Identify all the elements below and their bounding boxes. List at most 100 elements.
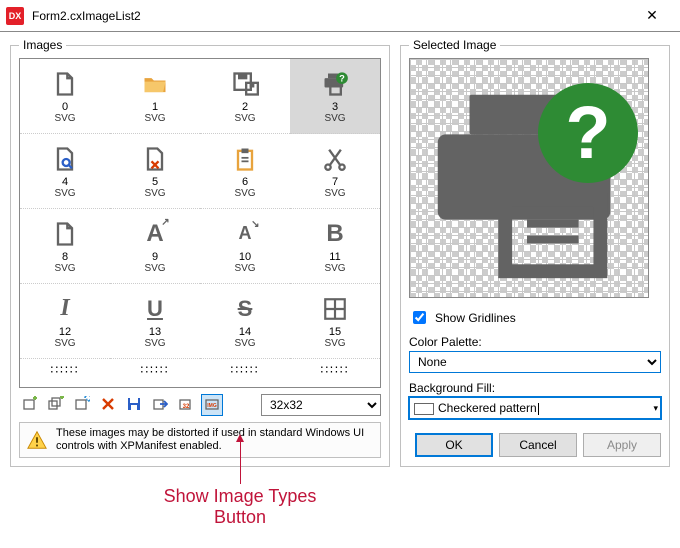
image-cell[interactable]: 8 SVG bbox=[20, 209, 110, 284]
image-cell[interactable]: A↗ 9 SVG bbox=[110, 209, 200, 284]
images-group: Images 0 SVG 1 SVG 2 SVG? 3 SVG 4 SVG 5 … bbox=[10, 38, 390, 467]
bold-icon: B bbox=[320, 219, 350, 249]
image-cell[interactable]: I 12 SVG bbox=[20, 284, 110, 359]
image-index: 1 bbox=[152, 101, 158, 113]
underline-icon: U bbox=[140, 294, 170, 324]
replace-image-button[interactable] bbox=[71, 394, 93, 416]
image-index: 8 bbox=[62, 251, 68, 263]
show-gridlines-label: Show Gridlines bbox=[435, 311, 516, 325]
image-index: 0 bbox=[62, 101, 68, 113]
show-image-types-icon: IMG bbox=[204, 396, 220, 415]
selected-image-group: Selected Image ? Show Gridlines Color Pa… bbox=[400, 38, 670, 467]
image-index: 2 bbox=[242, 101, 248, 113]
ok-button[interactable]: OK bbox=[415, 433, 493, 457]
show-image-types-button[interactable]: IMG bbox=[201, 394, 223, 416]
color-palette-combo[interactable]: None bbox=[409, 351, 661, 373]
borders-icon bbox=[320, 294, 350, 324]
selected-image-group-label: Selected Image bbox=[409, 38, 500, 52]
cancel-button[interactable]: Cancel bbox=[499, 433, 577, 457]
delete-image-button[interactable] bbox=[97, 394, 119, 416]
background-fill-combo[interactable]: Checkered pattern ▾ bbox=[409, 397, 661, 419]
show-gridlines-row[interactable]: Show Gridlines bbox=[409, 308, 661, 327]
image-size-icon: 32 bbox=[178, 396, 194, 415]
image-index: 10 bbox=[239, 251, 251, 263]
warning-bar: These images may be distorted if used in… bbox=[19, 422, 381, 458]
color-palette-label: Color Palette: bbox=[409, 335, 661, 349]
window-title: Form2.cxImageList2 bbox=[32, 9, 632, 23]
image-type: SVG bbox=[234, 263, 255, 274]
save-image-button[interactable] bbox=[123, 394, 145, 416]
apply-button: Apply bbox=[583, 433, 661, 457]
size-combo[interactable]: 32x32 bbox=[261, 394, 381, 416]
export-image-button[interactable] bbox=[149, 394, 171, 416]
image-cell[interactable]: 7 SVG bbox=[290, 134, 380, 209]
image-cell[interactable]: 5 SVG bbox=[110, 134, 200, 209]
open-folder-icon bbox=[140, 69, 170, 99]
blank-page-icon bbox=[50, 219, 80, 249]
image-cell[interactable]: 2 SVG bbox=[200, 59, 290, 134]
export-image-icon bbox=[152, 396, 168, 415]
image-index: 7 bbox=[332, 176, 338, 188]
app-icon: DX bbox=[6, 7, 24, 25]
titlebar: DX Form2.cxImageList2 ✕ bbox=[0, 0, 680, 32]
image-cell[interactable]: S 14 SVG bbox=[200, 284, 290, 359]
cut-icon bbox=[320, 144, 350, 174]
clipboard-icon bbox=[230, 144, 260, 174]
image-type: SVG bbox=[324, 338, 345, 349]
image-type: SVG bbox=[324, 188, 345, 199]
image-list[interactable]: 0 SVG 1 SVG 2 SVG? 3 SVG 4 SVG 5 SVG 6 S… bbox=[19, 58, 381, 388]
show-gridlines-checkbox[interactable] bbox=[413, 311, 426, 324]
images-group-label: Images bbox=[19, 38, 66, 52]
image-cell[interactable]: U 13 SVG bbox=[110, 284, 200, 359]
image-type: SVG bbox=[144, 263, 165, 274]
image-cell[interactable]: 4 SVG bbox=[20, 134, 110, 209]
image-toolbar: 32 IMG 32x32 bbox=[19, 394, 381, 416]
font-shrink-icon: A↘ bbox=[230, 219, 260, 249]
warning-text: These images may be distorted if used in… bbox=[56, 427, 374, 453]
save-as-icon bbox=[230, 69, 260, 99]
help-badge-icon: ? bbox=[538, 83, 638, 183]
image-cell[interactable]: 1 SVG bbox=[110, 59, 200, 134]
image-type: SVG bbox=[324, 263, 345, 274]
svg-text:32: 32 bbox=[183, 404, 190, 410]
image-cell[interactable]: 0 SVG bbox=[20, 59, 110, 134]
new-file-icon bbox=[50, 69, 80, 99]
font-a-icon: A↗ bbox=[140, 219, 170, 249]
image-type: SVG bbox=[54, 338, 75, 349]
image-index: 11 bbox=[329, 251, 340, 263]
image-index: 15 bbox=[329, 326, 341, 338]
save-image-icon bbox=[126, 396, 142, 415]
add-image-button[interactable] bbox=[19, 394, 41, 416]
image-type: SVG bbox=[234, 338, 255, 349]
image-cell[interactable]: ? 3 SVG bbox=[290, 59, 380, 134]
image-index: 14 bbox=[239, 326, 251, 338]
image-index: 12 bbox=[59, 326, 71, 338]
preview: ? bbox=[409, 58, 649, 298]
image-cell[interactable]: 15 SVG bbox=[290, 284, 380, 359]
image-size-button[interactable]: 32 bbox=[175, 394, 197, 416]
image-cell[interactable]: 6 SVG bbox=[200, 134, 290, 209]
image-type: SVG bbox=[144, 188, 165, 199]
image-type: SVG bbox=[324, 113, 345, 124]
add-images-icon bbox=[48, 396, 64, 415]
image-type: SVG bbox=[234, 188, 255, 199]
add-image-icon bbox=[22, 396, 38, 415]
image-type: SVG bbox=[54, 188, 75, 199]
image-type: SVG bbox=[54, 263, 75, 274]
image-cell[interactable]: A↘ 10 SVG bbox=[200, 209, 290, 284]
image-type: SVG bbox=[234, 113, 255, 124]
image-type: SVG bbox=[144, 113, 165, 124]
replace-image-icon bbox=[74, 396, 90, 415]
svg-text:IMG: IMG bbox=[207, 403, 217, 409]
image-index: 6 bbox=[242, 176, 248, 188]
image-index: 3 bbox=[332, 101, 338, 113]
svg-text:?: ? bbox=[339, 73, 345, 83]
image-type: SVG bbox=[144, 338, 165, 349]
image-index: 4 bbox=[62, 176, 68, 188]
close-button[interactable]: ✕ bbox=[632, 2, 672, 30]
add-images-button[interactable] bbox=[45, 394, 67, 416]
image-index: 9 bbox=[152, 251, 158, 263]
image-cell[interactable]: B 11 SVG bbox=[290, 209, 380, 284]
print-help-icon: ? bbox=[320, 69, 350, 99]
warning-icon bbox=[26, 428, 48, 452]
